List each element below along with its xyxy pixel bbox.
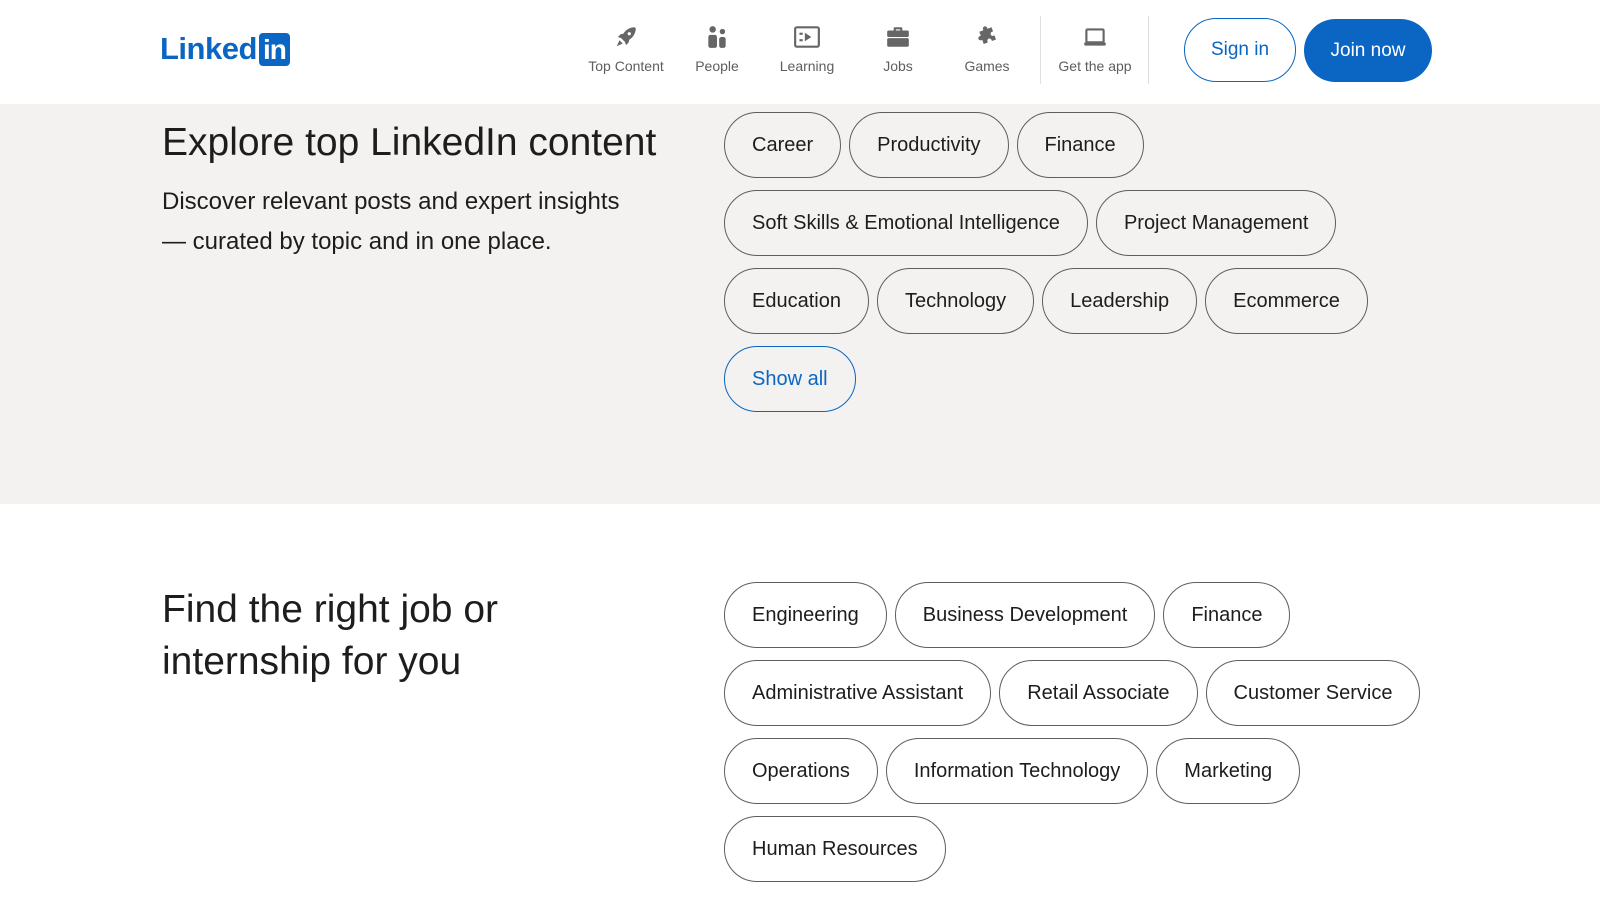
nav-people[interactable]: People bbox=[686, 14, 748, 84]
topic-pill-education[interactable]: Education bbox=[724, 268, 869, 334]
show-all-button[interactable]: Show all bbox=[724, 346, 856, 412]
job-pill-finance[interactable]: Finance bbox=[1163, 582, 1291, 648]
topic-pill-technology[interactable]: Technology bbox=[876, 268, 1035, 334]
logo-in-box: in bbox=[258, 32, 290, 66]
nav-label: Jobs bbox=[883, 58, 913, 74]
job-pill-retail-associate[interactable]: Retail Associate bbox=[999, 660, 1198, 726]
learning-icon bbox=[792, 22, 822, 52]
logo-wordmark: Linked bbox=[160, 31, 257, 66]
explore-title: Explore top LinkedIn content bbox=[162, 121, 657, 164]
job-pill-marketing[interactable]: Marketing bbox=[1156, 738, 1301, 804]
pill-row: Soft Skills & Emotional Intelligence Pro… bbox=[724, 190, 1484, 256]
nav-top-content[interactable]: Top Content bbox=[586, 14, 666, 84]
pill-row: Human Resources bbox=[724, 816, 1484, 882]
nav-label: Get the app bbox=[1058, 58, 1132, 74]
topic-pill-ecommerce[interactable]: Ecommerce bbox=[1205, 268, 1368, 334]
nav-label: Games bbox=[964, 58, 1010, 74]
explore-description: Discover relevant posts and expert insig… bbox=[162, 188, 620, 255]
topic-pill-finance[interactable]: Finance bbox=[1016, 112, 1144, 178]
nav-label: People bbox=[695, 58, 739, 74]
pill-row: Education Technology Leadership Ecommerc… bbox=[724, 268, 1484, 334]
explore-content-section: Explore top LinkedIn content Discover re… bbox=[0, 104, 1600, 504]
rocket-icon bbox=[611, 22, 641, 52]
nav-label: Top Content bbox=[588, 58, 664, 74]
pill-row: Operations Information Technology Market… bbox=[724, 738, 1484, 804]
nav-jobs[interactable]: Jobs bbox=[873, 14, 923, 84]
job-pill-information-technology[interactable]: Information Technology bbox=[885, 738, 1149, 804]
topic-pill-list: Career Productivity Finance Soft Skills … bbox=[724, 112, 1484, 424]
job-pill-operations[interactable]: Operations bbox=[724, 738, 878, 804]
join-now-button[interactable]: Join now bbox=[1304, 19, 1432, 82]
briefcase-icon bbox=[883, 22, 913, 52]
people-icon bbox=[702, 22, 732, 52]
pill-row: Career Productivity Finance bbox=[724, 112, 1484, 178]
laptop-icon bbox=[1080, 22, 1110, 52]
topic-pill-leadership[interactable]: Leadership bbox=[1042, 268, 1198, 334]
pill-row: Administrative Assistant Retail Associat… bbox=[724, 660, 1484, 726]
job-pill-business-development[interactable]: Business Development bbox=[894, 582, 1156, 648]
topic-pill-career[interactable]: Career bbox=[724, 112, 842, 178]
nav-label: Learning bbox=[779, 58, 835, 74]
job-pill-customer-service[interactable]: Customer Service bbox=[1205, 660, 1421, 726]
job-category-pill-list: Engineering Business Development Finance… bbox=[724, 582, 1484, 894]
nav-get-the-app[interactable]: Get the app bbox=[1056, 14, 1134, 84]
pill-row: Show all bbox=[724, 346, 1484, 412]
topic-pill-productivity[interactable]: Productivity bbox=[849, 112, 1009, 178]
nav-divider bbox=[1148, 16, 1149, 84]
job-pill-human-resources[interactable]: Human Resources bbox=[724, 816, 946, 882]
topic-pill-project-management[interactable]: Project Management bbox=[1095, 190, 1337, 256]
nav-games[interactable]: Games bbox=[961, 14, 1013, 84]
nav-learning[interactable]: Learning bbox=[774, 14, 840, 84]
job-pill-administrative-assistant[interactable]: Administrative Assistant bbox=[724, 660, 992, 726]
top-header: Linked in Top Content People Learning Jo… bbox=[0, 0, 1600, 104]
puzzle-icon bbox=[972, 22, 1002, 52]
topic-pill-soft-skills[interactable]: Soft Skills & Emotional Intelligence bbox=[724, 190, 1088, 256]
jobs-title: Find the right job or internship for you bbox=[162, 588, 499, 683]
nav-divider bbox=[1040, 16, 1041, 84]
linkedin-logo[interactable]: Linked in bbox=[160, 31, 290, 67]
job-pill-engineering[interactable]: Engineering bbox=[724, 582, 887, 648]
find-job-section: Find the right job or internship for you… bbox=[0, 504, 1600, 900]
pill-row: Engineering Business Development Finance bbox=[724, 582, 1484, 648]
sign-in-button[interactable]: Sign in bbox=[1184, 18, 1296, 82]
